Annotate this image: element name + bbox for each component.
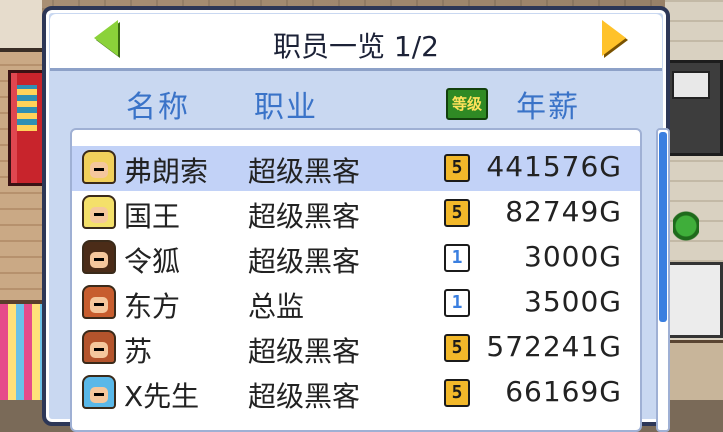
header-name[interactable]: 名称 [126,82,190,126]
staff-row[interactable]: 苏 超级黑客 5 572241G [72,326,640,371]
level-badge-icon: 5 [444,154,470,182]
left-shelf [0,300,45,400]
staff-salary: 572241G [486,330,622,363]
staff-job: 超级黑客 [248,380,361,413]
level-badge-icon: 1 [444,244,470,272]
computer-desk [661,60,723,156]
avatar [82,195,116,229]
avatar [82,330,116,364]
staff-salary: 66169G [505,375,622,408]
potted-plant [673,210,699,250]
staff-job: 超级黑客 [248,155,361,188]
scrollbar-thumb[interactable] [659,132,667,322]
staff-name: 令狐 [124,245,181,278]
staff-job: 超级黑客 [248,335,361,368]
level-badge-icon: 5 [444,334,470,362]
header-salary[interactable]: 年薪 [516,82,580,126]
staff-job: 超级黑客 [248,200,361,233]
level-badge-icon: 1 [444,289,470,317]
avatar [82,150,116,184]
staff-name: X先生 [124,380,200,413]
level-badge-icon: 5 [444,379,470,407]
staff-name: 苏 [124,335,153,368]
right-arrow-icon[interactable] [602,20,626,56]
left-wall-top [0,0,42,52]
staff-row[interactable]: X先生 超级黑客 5 66169G [72,371,640,416]
staff-row[interactable]: 弗朗索 超级黑客 5 441576G [72,146,640,191]
staff-row[interactable]: 国王 超级黑客 5 82749G [72,191,640,236]
panel-title: 职员一览 1/2 [273,30,439,63]
staff-name: 东方 [124,290,181,323]
level-badge-icon: 5 [444,199,470,227]
avatar [82,240,116,274]
staff-name: 弗朗索 [124,155,209,188]
avatar [82,375,116,409]
avatar [82,285,116,319]
column-headers: 名称 职业 等级 年薪 [46,74,666,126]
staff-list[interactable]: 弗朗索 超级黑客 5 441576G 国王 超级黑客 5 82749G 令狐 超级黑客 1 3000G… [70,128,642,432]
staff-list-panel: 职员一览 1/2 名称 职业 等级 年薪 弗朗索 超级黑客 5 441576G 国王 超级… [42,6,670,432]
staff-name: 国王 [124,200,181,233]
staff-salary: 3000G [524,240,622,273]
staff-job: 总监 [248,290,305,323]
scrollbar[interactable] [656,128,670,432]
title-bar: 职员一览 1/2 [50,14,662,71]
staff-salary: 3500G [524,285,622,318]
staff-job: 超级黑客 [248,245,361,278]
staff-row[interactable]: 令狐 超级黑客 1 3000G [72,236,640,281]
staff-rows: 弗朗索 超级黑客 5 441576G 国王 超级黑客 5 82749G 令狐 超级黑客 1 3000G… [72,146,640,416]
header-job[interactable]: 职业 [254,82,318,126]
bottom-right-furniture [665,340,723,400]
printer-machine [661,262,723,338]
staff-salary: 441576G [486,150,622,183]
staff-salary: 82749G [505,195,622,228]
staff-row[interactable]: 东方 总监 1 3500G [72,281,640,326]
level-header-icon[interactable]: 等级 [446,88,488,120]
